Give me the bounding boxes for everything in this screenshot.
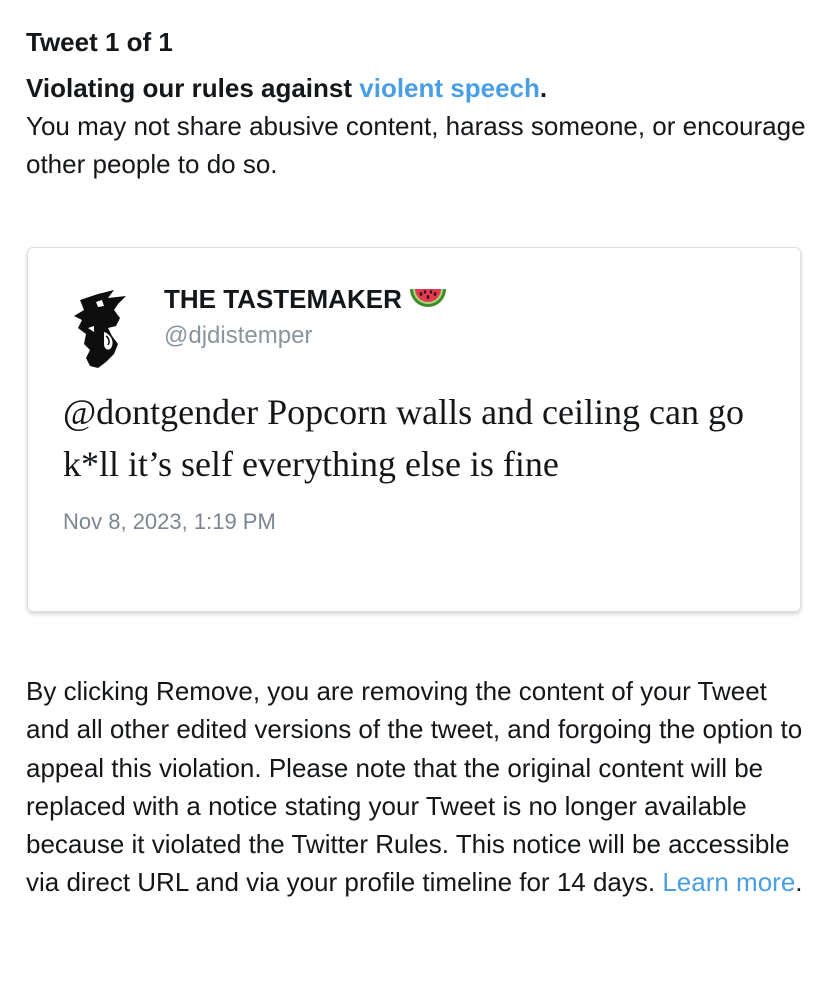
violation-summary: Violating our rules against violent spee… (26, 69, 806, 183)
watermelon-icon (409, 289, 446, 307)
tweet-card: THE TASTEMAKER @djdistemper @dontgender … (27, 247, 801, 612)
notice-body: By clicking Remove, you are removing the… (26, 676, 803, 898)
user-handle[interactable]: @djdistemper (164, 321, 312, 351)
display-name[interactable]: THE TASTEMAKER (164, 283, 448, 315)
display-name-text: THE TASTEMAKER (164, 284, 402, 314)
violation-description: You may not share abusive content, haras… (26, 111, 806, 179)
violation-title: Violating our rules against violent spee… (26, 69, 806, 107)
tweet-text: @dontgender Popcorn walls and ceiling ca… (63, 392, 744, 484)
avatar (74, 290, 126, 368)
violation-prefix: Violating our rules against (26, 73, 360, 103)
violation-suffix: . (539, 73, 548, 103)
tweet-counter: Tweet 1 of 1 (26, 27, 173, 57)
learn-more-link[interactable]: Learn more (662, 867, 795, 897)
removal-notice: By clicking Remove, you are removing the… (26, 672, 806, 902)
tweet-timestamp: Nov 8, 2023, 1:19 PM (63, 509, 276, 534)
notice-end: . (795, 867, 803, 898)
rule-link[interactable]: violent speech (359, 73, 540, 103)
